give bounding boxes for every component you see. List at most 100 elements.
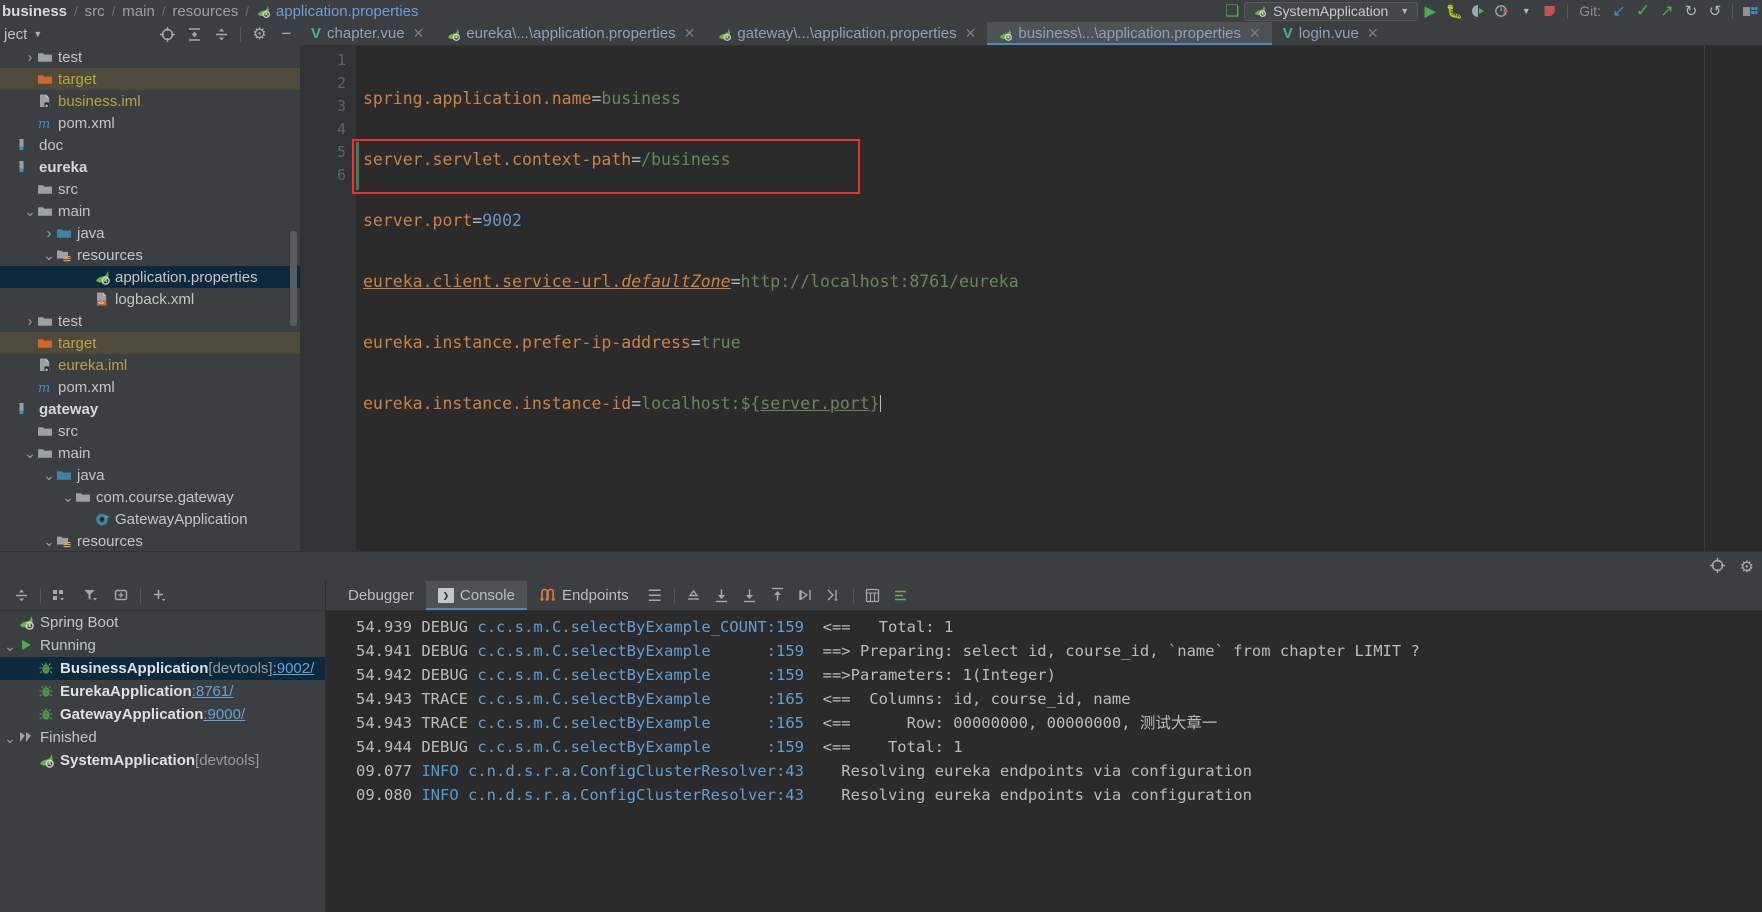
log-logger[interactable]: c.n.d.s.r.a.ConfigClusterResolver <box>468 762 776 780</box>
chevron-down-icon[interactable]: ⌄ <box>2 731 18 745</box>
editor-tab-login-vue[interactable]: V login.vue ✕ <box>1272 22 1390 45</box>
editor-code-area[interactable]: spring.application.name=business server.… <box>356 46 1704 551</box>
tree-node-gateway[interactable]: · gateway <box>0 398 300 420</box>
step-out-icon[interactable] <box>680 583 708 609</box>
tree-node-test[interactable]: › test <box>0 310 300 332</box>
run-to-cursor-icon[interactable] <box>792 583 820 609</box>
git-history-icon[interactable]: ↻ <box>1679 1 1703 21</box>
log-logger[interactable]: c.n.d.s.r.a.ConfigClusterResolver <box>468 786 776 804</box>
console-log-output[interactable]: 54.939 DEBUG c.c.s.m.C.selectByExample_C… <box>326 611 1762 912</box>
chevron-down-icon[interactable]: ⌄ <box>2 639 18 653</box>
log-logger[interactable]: c.c.s.m.C.selectByExample_COUNT <box>477 618 766 636</box>
drop-frame-icon[interactable] <box>820 583 848 609</box>
run-with-coverage-icon[interactable] <box>1466 1 1490 21</box>
tree-node-business-iml[interactable]: · business.iml <box>0 90 300 112</box>
editor-tab-business-properties[interactable]: business\...\application.properties ✕ <box>987 22 1273 45</box>
chevron-down-icon[interactable]: ▼ <box>1514 1 1538 21</box>
run-icon[interactable]: ▶ <box>1418 1 1442 21</box>
tree-node-java[interactable]: › java <box>0 222 300 244</box>
tree-node-com-course-gateway[interactable]: ⌄ com.course.gateway <box>0 486 300 508</box>
tree-node-gatewayapplication[interactable]: · GatewayApplication <box>0 508 300 530</box>
tab-endpoints[interactable]: Endpoints <box>527 581 641 610</box>
tree-node-test[interactable]: › test <box>0 46 300 68</box>
chevron-right-icon[interactable]: › <box>23 49 37 66</box>
tree-node-src[interactable]: · src <box>0 420 300 442</box>
tree-node-resources[interactable]: ⌄ resources <box>0 244 300 266</box>
run-node-gatewayapplication[interactable]: GatewayApplication :9000/ <box>0 703 325 726</box>
code-editor[interactable]: 1 2 3 4 5 6 spring.application.name=business … <box>300 46 1762 551</box>
tree-node-src[interactable]: · src <box>0 178 300 200</box>
locate-icon[interactable] <box>154 23 181 45</box>
plus-icon[interactable] <box>144 583 175 609</box>
chevron-down-icon[interactable]: ⌄ <box>42 534 56 548</box>
step-into-icon[interactable] <box>736 583 764 609</box>
chevron-right-icon[interactable]: › <box>42 225 56 242</box>
menu-icon[interactable]: ☰ <box>641 583 669 609</box>
git-push-icon[interactable]: ↗ <box>1655 1 1679 21</box>
chevron-down-icon[interactable]: ⌄ <box>42 248 56 262</box>
log-line-number[interactable]: :159 <box>767 666 804 684</box>
tree-node-application-properties[interactable]: · application.properties <box>0 266 300 288</box>
evaluate-icon[interactable] <box>859 583 887 609</box>
stop-icon[interactable] <box>1538 1 1562 21</box>
breadcrumb-item-0[interactable]: business <box>0 3 69 20</box>
tree-node-main[interactable]: ⌄ main <box>0 200 300 222</box>
collapse-all-icon[interactable] <box>208 23 235 45</box>
breadcrumb-item-2[interactable]: main <box>120 3 157 20</box>
editor-tab-eureka-properties[interactable]: eureka\...\application.properties ✕ <box>435 22 706 45</box>
close-icon[interactable]: ✕ <box>1367 25 1379 42</box>
project-panel-title[interactable]: ject <box>2 26 27 43</box>
tree-node-java[interactable]: ⌄ java <box>0 464 300 486</box>
log-line-number[interactable]: :165 <box>767 714 804 732</box>
git-rollback-icon[interactable]: ↺ <box>1703 1 1727 21</box>
log-line-number[interactable]: :159 <box>767 738 804 756</box>
run-node-systemapplication[interactable]: SystemApplication [devtools] <box>0 749 325 772</box>
run-node-running[interactable]: ⌄ Running <box>0 634 325 657</box>
expand-all-icon[interactable] <box>181 23 208 45</box>
chevron-down-icon[interactable]: ⌄ <box>23 446 37 460</box>
gear-icon[interactable]: ⚙ <box>1740 557 1754 578</box>
tree-node-target[interactable]: · target <box>0 332 300 354</box>
log-logger[interactable]: c.c.s.m.C.selectByExample <box>477 690 710 708</box>
git-commit-icon[interactable]: ✓ <box>1631 1 1655 21</box>
build-icon[interactable]: ❏ <box>1220 1 1244 21</box>
chevron-down-icon[interactable]: ⌄ <box>42 468 56 482</box>
step-over-icon[interactable] <box>708 583 736 609</box>
force-step-icon[interactable] <box>764 583 792 609</box>
tree-node-pom-xml[interactable]: ·m pom.xml <box>0 112 300 134</box>
log-line-number[interactable]: :43 <box>776 762 804 780</box>
close-icon[interactable]: ✕ <box>684 25 696 42</box>
breadcrumb-item-3[interactable]: resources <box>170 3 240 20</box>
log-logger[interactable]: c.c.s.m.C.selectByExample <box>477 666 710 684</box>
tree-node-main[interactable]: ⌄ main <box>0 442 300 464</box>
tree-node-doc[interactable]: · doc <box>0 134 300 156</box>
run-configuration-selector[interactable]: SystemApplication ▼ <box>1244 1 1419 21</box>
breadcrumb-item-4[interactable]: application.properties <box>274 3 421 20</box>
close-icon[interactable]: ✕ <box>413 25 425 42</box>
settings-icon[interactable] <box>887 583 915 609</box>
profile-icon[interactable] <box>1490 1 1514 21</box>
chevron-down-icon[interactable]: ⌄ <box>61 490 75 504</box>
run-node-spring-boot[interactable]: Spring Boot <box>0 611 325 634</box>
chevron-right-icon[interactable]: › <box>23 313 37 330</box>
tab-console[interactable]: ❯ Console <box>425 581 527 610</box>
tree-node-pom-xml[interactable]: ·m pom.xml <box>0 376 300 398</box>
gear-icon[interactable]: ⚙ <box>246 23 273 45</box>
log-line-number[interactable]: :159 <box>767 642 804 660</box>
log-line-number[interactable]: :165 <box>767 690 804 708</box>
tool-window-splitter[interactable]: ⚙ <box>0 551 1762 581</box>
filter-icon[interactable] <box>75 583 106 609</box>
tree-node-eureka-iml[interactable]: · eureka.iml <box>0 354 300 376</box>
tree-node-eureka[interactable]: · eureka <box>0 156 300 178</box>
editor-tab-chapter-vue[interactable]: V chapter.vue ✕ <box>300 22 435 45</box>
run-dashboard-tree[interactable]: Spring Boot ⌄ Running BusinessApplication [… <box>0 611 325 772</box>
run-node-eurekaapplication[interactable]: EurekaApplication :8761/ <box>0 680 325 703</box>
tree-node-logback-xml[interactable]: · <> logback.xml <box>0 288 300 310</box>
tree-node-resources[interactable]: ⌄ resources <box>0 530 300 551</box>
group-icon[interactable] <box>44 583 75 609</box>
run-node-businessapplication[interactable]: BusinessApplication [devtools] :9002/ <box>0 657 325 680</box>
log-logger[interactable]: c.c.s.m.C.selectByExample <box>477 714 710 732</box>
layout-icon[interactable] <box>1738 1 1762 21</box>
run-node-port-link[interactable]: :9000/ <box>203 706 245 723</box>
log-line-number[interactable]: :43 <box>776 786 804 804</box>
